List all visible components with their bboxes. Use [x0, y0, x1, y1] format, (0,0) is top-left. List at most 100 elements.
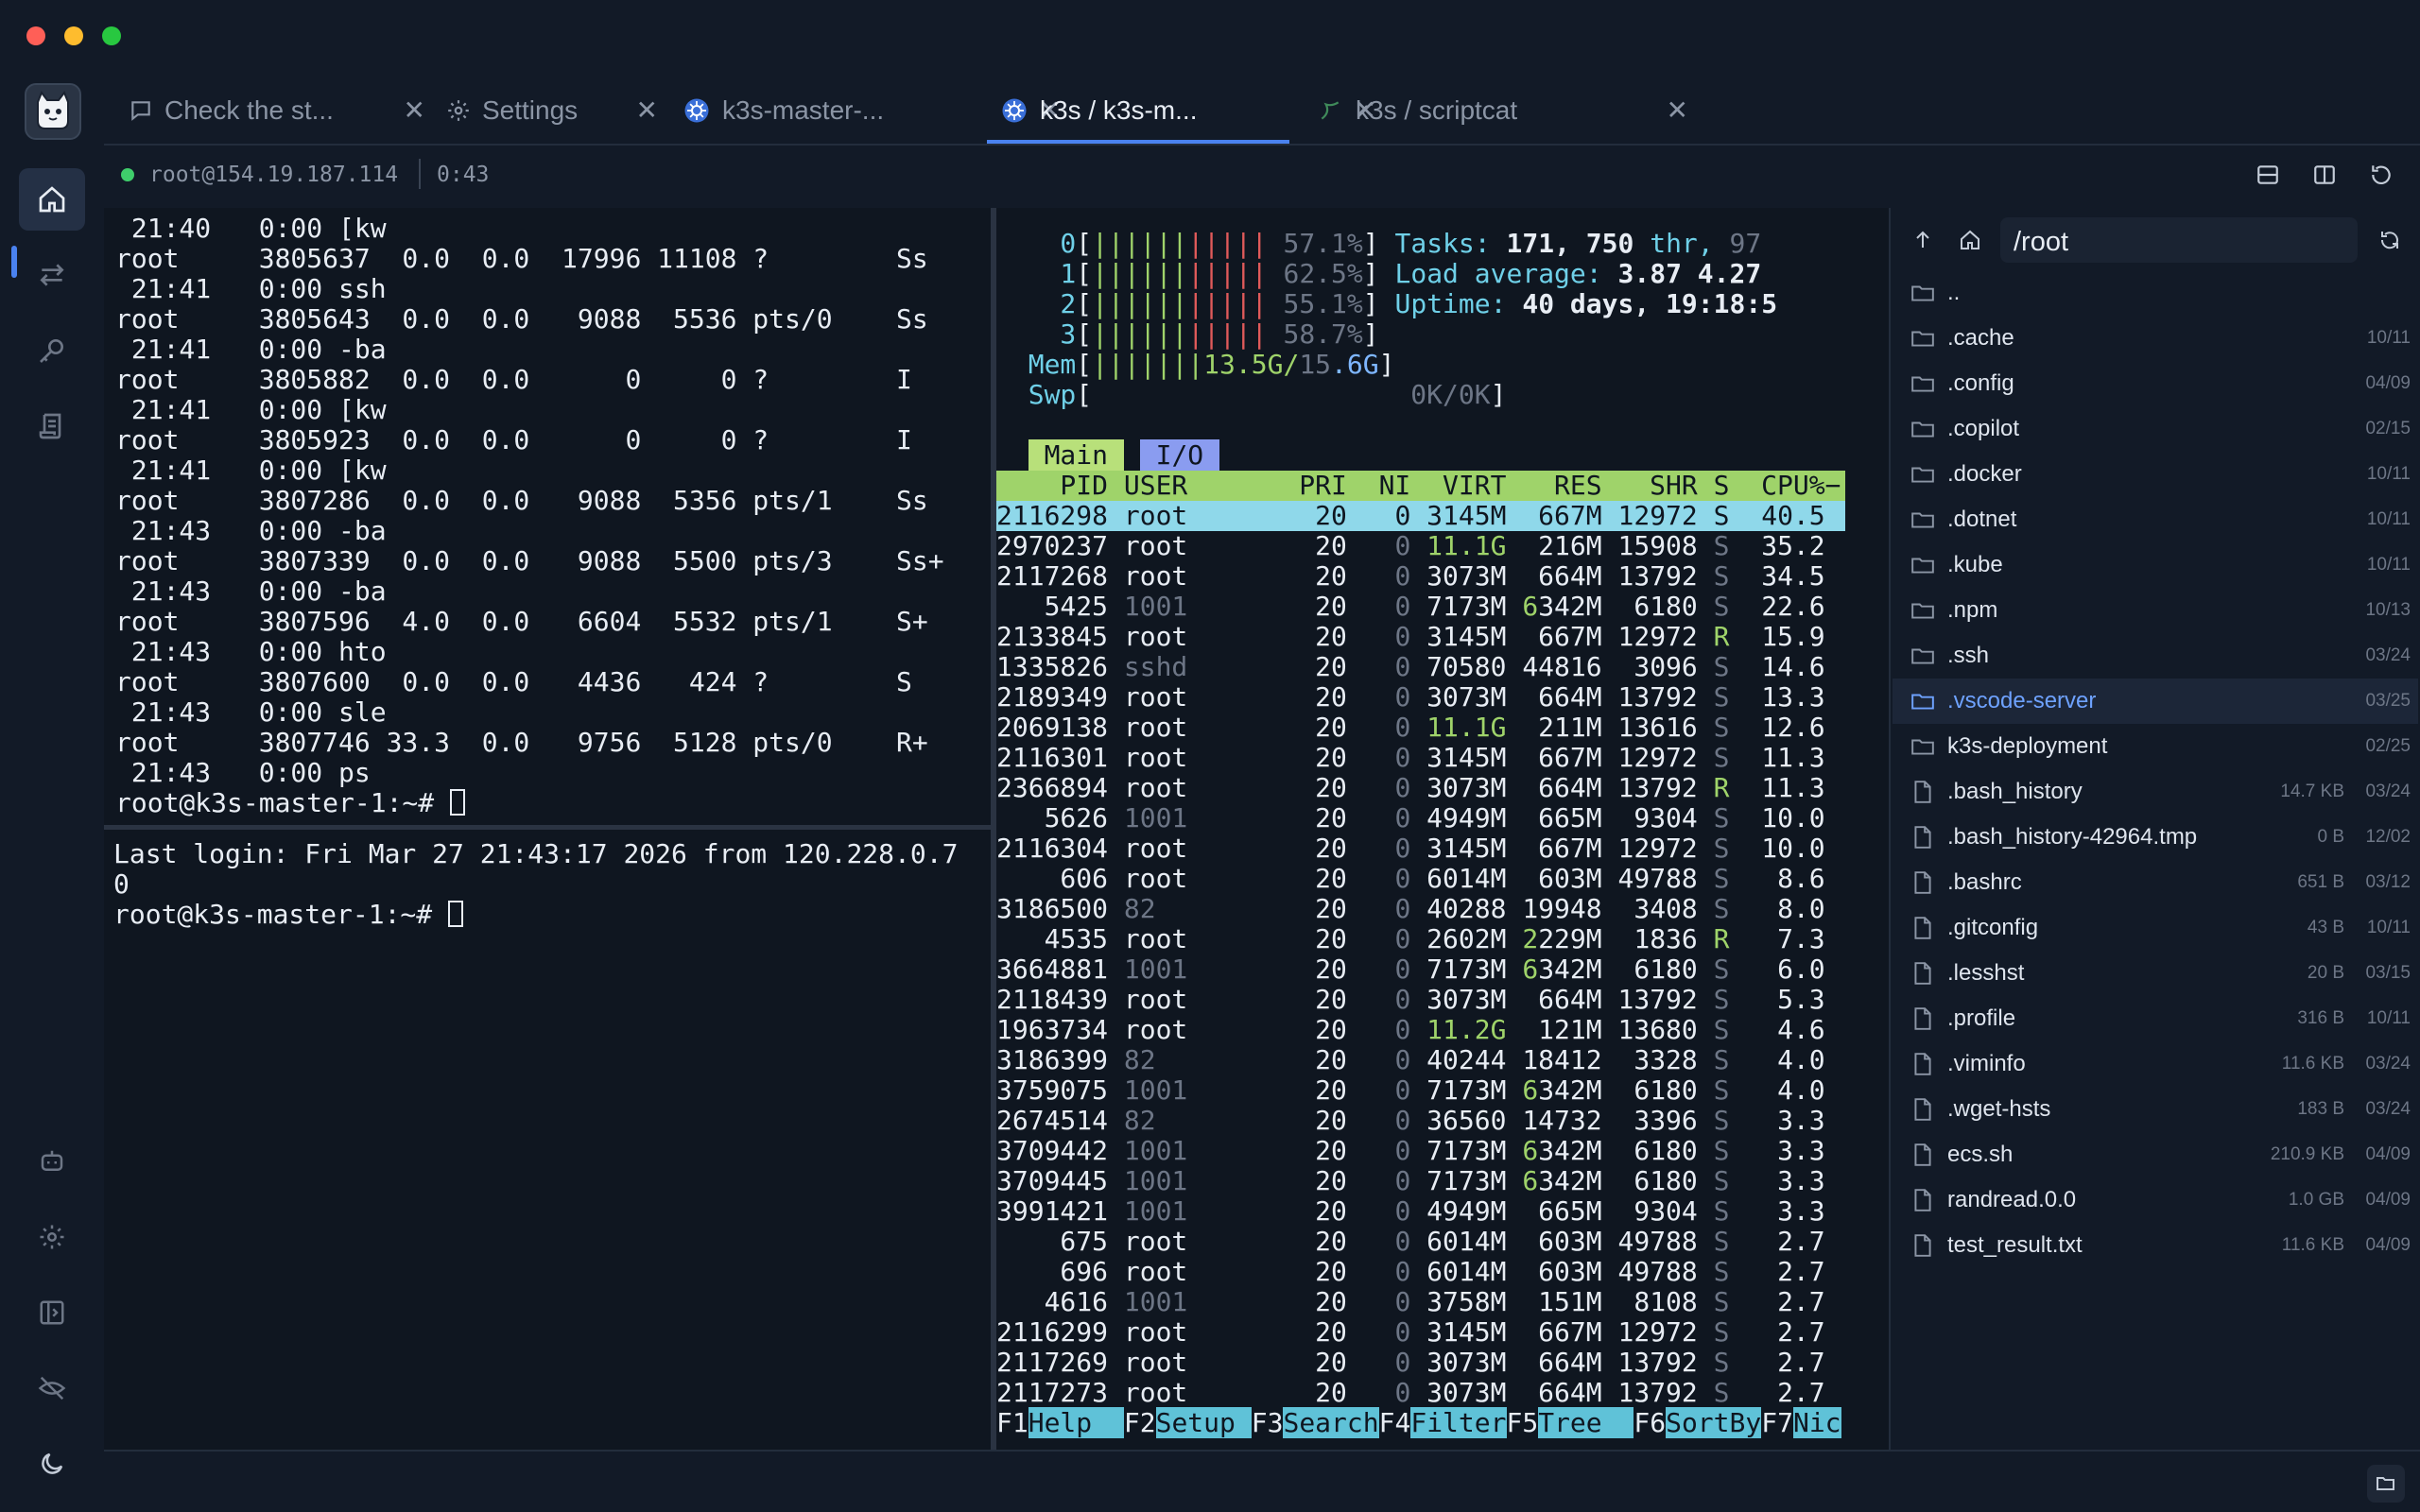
toggle-panel-button[interactable]: [19, 1281, 85, 1344]
file-row[interactable]: .cache 10/11: [1893, 316, 2418, 361]
file-row[interactable]: k3s-deployment 02/25: [1893, 724, 2418, 769]
close-tab-button[interactable]: ✕: [636, 94, 658, 126]
fkey-key[interactable]: F4: [1379, 1407, 1411, 1438]
home-dir-button[interactable]: [1951, 221, 1989, 259]
file-row[interactable]: .vscode-server 03/25: [1893, 679, 2418, 724]
process-row[interactable]: 2117269 root 20 0 3073M 664M 13792 S 2.7: [996, 1348, 1845, 1378]
process-row[interactable]: 3709442 1001 20 0 7173M 6342M 6180 S 3.3: [996, 1136, 1845, 1166]
fkey-label[interactable]: SortBy: [1666, 1407, 1762, 1438]
process-row[interactable]: 3186500 82 20 0 40288 19948 3408 S 8.0: [996, 894, 1845, 924]
file-row[interactable]: .bash_history 14.7 KB 03/24: [1893, 769, 2418, 815]
file-row[interactable]: .docker 10/11: [1893, 452, 2418, 497]
process-row[interactable]: 2189349 root 20 0 3073M 664M 13792 S 13.…: [996, 682, 1845, 713]
process-row[interactable]: 2970237 root 20 0 11.1G 216M 15908 S 35.…: [996, 531, 1845, 561]
fkey-label[interactable]: Filter: [1410, 1407, 1507, 1438]
process-row[interactable]: 1963734 root 20 0 11.2G 121M 13680 S 4.6: [996, 1015, 1845, 1045]
tab-main[interactable]: Main: [1028, 439, 1124, 471]
privacy-button[interactable]: [19, 1357, 85, 1419]
file-row[interactable]: .viminfo 11.6 KB 03/24: [1893, 1041, 2418, 1087]
terminal-pane-top[interactable]: 21:40 0:00 [kw root 3805637 0.0 0.0 17996…: [104, 208, 991, 825]
process-row[interactable]: 606 root 20 0 6014M 603M 49788 S 8.6: [996, 864, 1845, 894]
fkey-key[interactable]: F2: [1124, 1407, 1156, 1438]
tab-chat[interactable]: Check the st... ✕: [129, 77, 425, 144]
settings-button[interactable]: [19, 1206, 85, 1268]
process-row[interactable]: 3759075 1001 20 0 7173M 6342M 6180 S 4.0: [996, 1075, 1845, 1106]
process-row[interactable]: 3186399 82 20 0 40244 18412 3328 S 4.0: [996, 1045, 1845, 1075]
process-row[interactable]: 696 root 20 0 6014M 603M 49788 S 2.7: [996, 1257, 1845, 1287]
tab-scriptcat[interactable]: k3s / scriptcat ✕: [1318, 77, 1688, 144]
ai-assistant-button[interactable]: [19, 1130, 85, 1193]
process-row[interactable]: 2118439 root 20 0 3073M 664M 13792 S 5.3: [996, 985, 1845, 1015]
transfer-button[interactable]: [19, 244, 85, 306]
process-row[interactable]: 2116299 root 20 0 3145M 667M 12972 S 2.7: [996, 1317, 1845, 1348]
process-row[interactable]: 3709445 1001 20 0 7173M 6342M 6180 S 3.3: [996, 1166, 1845, 1196]
file-row[interactable]: .dotnet 10/11: [1893, 497, 2418, 542]
file-row[interactable]: .kube 10/11: [1893, 542, 2418, 588]
tab-label: k3s-master-...: [722, 95, 885, 125]
file-row[interactable]: .config 04/09: [1893, 361, 2418, 406]
file-row[interactable]: .copilot 02/15: [1893, 406, 2418, 452]
close-tab-button[interactable]: ✕: [404, 94, 425, 126]
fkey-key[interactable]: F1: [996, 1407, 1028, 1438]
process-row[interactable]: 5626 1001 20 0 4949M 665M 9304 S 10.0: [996, 803, 1845, 833]
reconnect-button[interactable]: [2365, 159, 2397, 191]
maximize-window-button[interactable]: [102, 26, 121, 45]
fkey-key[interactable]: F3: [1252, 1407, 1284, 1438]
split-horizontal-button[interactable]: [2252, 159, 2284, 191]
process-row[interactable]: 4535 root 20 0 2602M 2229M 1836 R 7.3: [996, 924, 1845, 954]
process-row[interactable]: 2117268 root 20 0 3073M 664M 13792 S 34.…: [996, 561, 1845, 592]
close-tab-button[interactable]: ✕: [1667, 94, 1688, 126]
file-row[interactable]: .profile 316 B 10/11: [1893, 996, 2418, 1041]
process-row[interactable]: 5425 1001 20 0 7173M 6342M 6180 S 22.6: [996, 592, 1845, 622]
process-row[interactable]: 2133845 root 20 0 3145M 667M 12972 R 15.…: [996, 622, 1845, 652]
file-row[interactable]: randread.0.0 1.0 GB 04/09: [1893, 1177, 2418, 1223]
file-row[interactable]: .wget-hsts 183 B 03/24: [1893, 1087, 2418, 1132]
snippets-button[interactable]: [19, 395, 85, 457]
process-row[interactable]: 2117273 root 20 0 3073M 664M 13792 S 2.7: [996, 1378, 1845, 1408]
file-row[interactable]: .ssh 03/24: [1893, 633, 2418, 679]
tab-io[interactable]: I/O: [1139, 439, 1220, 471]
file-row[interactable]: .bashrc 651 B 03/12: [1893, 860, 2418, 905]
folder-icon: [1911, 331, 1934, 347]
file-row[interactable]: ecs.sh 210.9 KB 04/09: [1893, 1132, 2418, 1177]
file-row[interactable]: .bash_history-42964.tmp 0 B 12/02: [1893, 815, 2418, 860]
minimize-window-button[interactable]: [64, 26, 83, 45]
keys-button[interactable]: [19, 319, 85, 382]
file-row[interactable]: .gitconfig 43 B 10/11: [1893, 905, 2418, 951]
fkey-label[interactable]: Search: [1283, 1407, 1379, 1438]
parent-dir-button[interactable]: [1904, 221, 1942, 259]
fkey-key[interactable]: F7: [1761, 1407, 1793, 1438]
process-row[interactable]: 2674514 82 20 0 36560 14732 3396 S 3.3: [996, 1106, 1845, 1136]
file-row[interactable]: .npm 10/13: [1893, 588, 2418, 633]
close-window-button[interactable]: [26, 26, 45, 45]
open-folder-button[interactable]: [2367, 1465, 2405, 1503]
htop-terminal-pane[interactable]: 0[||||||||||| 57.1%] Tasks: 171, 750 thr…: [996, 208, 1889, 1450]
process-row[interactable]: 2366894 root 20 0 3073M 664M 13792 R 11.…: [996, 773, 1845, 803]
process-row[interactable]: 3664881 1001 20 0 7173M 6342M 6180 S 6.0: [996, 954, 1845, 985]
fkey-label[interactable]: Setup: [1155, 1407, 1252, 1438]
tab-settings[interactable]: Settings ✕: [446, 77, 658, 144]
process-row[interactable]: 2116304 root 20 0 3145M 667M 12972 S 10.…: [996, 833, 1845, 864]
process-row[interactable]: 3991421 1001 20 0 4949M 665M 9304 S 3.3: [996, 1196, 1845, 1227]
terminal-pane-bottom[interactable]: Last login: Fri Mar 27 21:43:17 2026 fro…: [104, 830, 991, 1450]
fkey-label[interactable]: Nic: [1792, 1407, 1841, 1438]
theme-button[interactable]: [19, 1433, 85, 1495]
process-row[interactable]: 2116298 root 20 0 3145M 667M 12972 S 40.…: [996, 501, 1845, 531]
parent-directory-row[interactable]: ..: [1893, 270, 2418, 316]
process-row[interactable]: 4616 1001 20 0 3758M 151M 8108 S 2.7: [996, 1287, 1845, 1317]
process-row[interactable]: 1335826 sshd 20 0 70580 44816 3096 S 14.…: [996, 652, 1845, 682]
home-button[interactable]: [19, 168, 85, 231]
file-row[interactable]: .lesshst 20 B 03/15: [1893, 951, 2418, 996]
process-row[interactable]: 2116301 root 20 0 3145M 667M 12972 S 11.…: [996, 743, 1845, 773]
refresh-files-button[interactable]: [2371, 221, 2409, 259]
path-input[interactable]: /root: [2000, 217, 2358, 263]
fkey-label[interactable]: Help: [1028, 1407, 1124, 1438]
process-header[interactable]: PID USER PRI NI VIRT RES SHR S CPU%−: [996, 471, 1845, 501]
process-row[interactable]: 2069138 root 20 0 11.1G 211M 13616 S 12.…: [996, 713, 1845, 743]
split-vertical-button[interactable]: [2308, 159, 2341, 191]
file-row[interactable]: test_result.txt 11.6 KB 04/09: [1893, 1223, 2418, 1268]
fkey-label[interactable]: Tree: [1538, 1407, 1634, 1438]
process-row[interactable]: 675 root 20 0 6014M 603M 49788 S 2.7: [996, 1227, 1845, 1257]
fkey-key[interactable]: F6: [1634, 1407, 1666, 1438]
fkey-key[interactable]: F5: [1507, 1407, 1539, 1438]
